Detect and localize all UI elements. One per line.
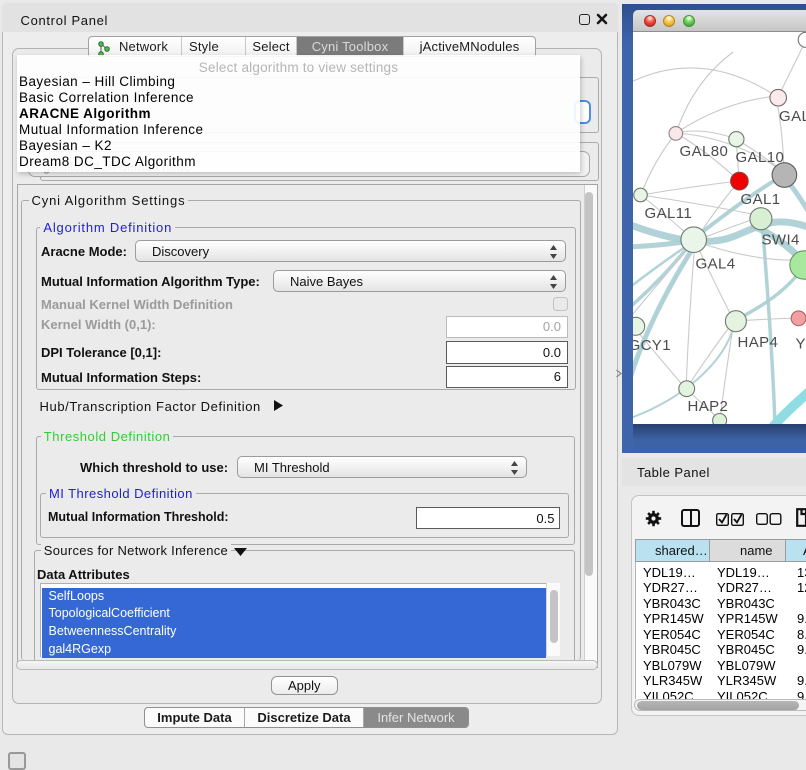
- svg-text:GAL4: GAL4: [696, 256, 736, 273]
- svg-text:HAP4: HAP4: [738, 334, 779, 351]
- svg-text:GAL11: GAL11: [645, 205, 693, 222]
- svg-text:HAP2: HAP2: [688, 398, 729, 415]
- svg-text:GAL80: GAL80: [680, 143, 729, 160]
- svg-text:YJ: YJ: [796, 336, 806, 353]
- svg-text:GAL10: GAL10: [736, 149, 785, 166]
- svg-text:GAL1: GAL1: [741, 191, 781, 208]
- svg-text:GAL2: GAL2: [779, 108, 806, 125]
- svg-text:SWI4: SWI4: [762, 232, 800, 249]
- svg-text:GCY1: GCY1: [633, 337, 671, 354]
